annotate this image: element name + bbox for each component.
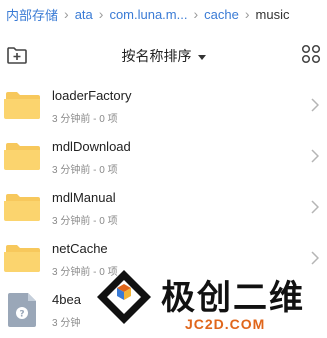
watermark: 极创二维 JC2D.COM (95, 268, 325, 338)
chevron-right-icon (311, 149, 319, 163)
list-item[interactable]: mdlManual 3 分钟前 - 0 项 (0, 182, 327, 233)
list-item[interactable]: loaderFactory 3 分钟前 - 0 项 (0, 80, 327, 131)
watermark-logo-icon (97, 270, 151, 324)
item-meta: 3 分钟 (52, 318, 81, 329)
grid-view-icon[interactable] (301, 44, 321, 64)
chevron-right-icon (311, 251, 319, 265)
watermark-title: 极创二维 (161, 278, 305, 318)
item-meta: 3 分钟前 - 0 项 (52, 165, 118, 176)
chevron-right-icon (311, 98, 319, 112)
unknown-file-icon: ? (8, 293, 36, 327)
toolbar: 按名称排序 (0, 38, 327, 72)
item-name: 4bea (52, 292, 81, 307)
item-name: mdlDownload (52, 139, 131, 154)
breadcrumb-item-music: music (255, 6, 290, 22)
list-item[interactable]: mdlDownload 3 分钟前 - 0 项 (0, 131, 327, 182)
breadcrumb-separator-icon: › (64, 6, 69, 22)
breadcrumb-item-internal-storage[interactable]: 内部存储 (0, 5, 58, 24)
item-name: netCache (52, 241, 108, 256)
item-name: loaderFactory (52, 88, 132, 103)
item-meta: 3 分钟前 - 0 项 (52, 114, 118, 125)
item-name: mdlManual (52, 190, 116, 205)
folder-icon (4, 245, 40, 272)
folder-icon (4, 92, 40, 119)
breadcrumb-item-ata[interactable]: ata (75, 7, 93, 22)
sort-label: 按名称排序 (121, 48, 192, 64)
sort-dropdown[interactable]: 按名称排序 (0, 46, 327, 66)
chevron-right-icon (311, 200, 319, 214)
breadcrumb-separator-icon: › (193, 6, 199, 22)
breadcrumb: 内部存储 › ata › com.luna.m... › cache › mus… (0, 0, 327, 28)
folder-icon (4, 143, 40, 170)
folder-icon (4, 194, 40, 221)
breadcrumb-separator-icon: › (244, 6, 250, 22)
svg-text:?: ? (19, 310, 24, 320)
breadcrumb-item-cache[interactable]: cache (204, 7, 239, 22)
breadcrumb-separator-icon: › (98, 6, 104, 22)
item-meta: 3 分钟前 - 0 项 (52, 216, 118, 227)
chevron-down-icon (197, 54, 206, 60)
breadcrumb-item-package[interactable]: com.luna.m... (109, 7, 187, 22)
watermark-domain: JC2D.COM (185, 316, 266, 332)
